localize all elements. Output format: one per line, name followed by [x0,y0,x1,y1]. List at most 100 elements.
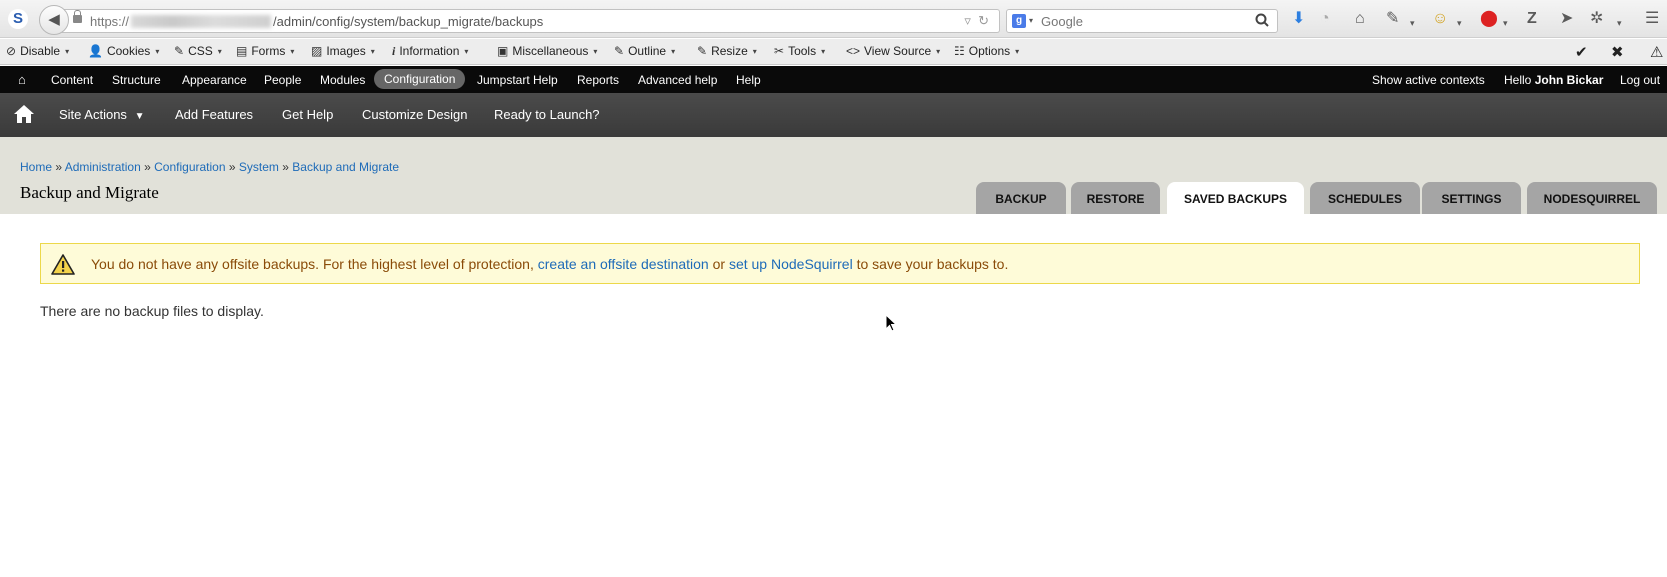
home-icon[interactable]: ⌂ [1355,10,1365,28]
search-bar[interactable]: g ▾ Google [1006,9,1278,33]
search-icon[interactable] [1255,12,1269,30]
home-icon[interactable] [13,104,35,124]
breadcrumb-configuration[interactable]: Configuration [154,160,225,174]
breadcrumb-system[interactable]: System [239,160,279,174]
url-text[interactable]: https:///admin/config/system/backup_migr… [90,14,543,29]
lock-icon [73,10,82,23]
browser-toolbar: S https:///admin/config/system/backup_mi… [0,0,1667,38]
warning-text: You do not have any offsite backups. For… [91,256,1009,272]
tab-restore[interactable]: RESTORE [1071,182,1160,214]
checkmark-icon[interactable]: ✔ [1575,43,1588,61]
zotero-icon[interactable]: Z [1527,10,1537,28]
images-icon: ▨ [311,44,323,58]
redacted-host [131,15,272,28]
rss-icon[interactable]: ◔ [1320,10,1330,28]
toolbar-structure[interactable]: Structure [112,73,161,87]
toolbar-content[interactable]: Content [51,73,93,87]
google-icon[interactable]: g [1012,14,1026,28]
url-bar[interactable]: https:///admin/config/system/backup_migr… [62,9,1000,33]
devbar-item-images[interactable]: ▨ Images ▾ [311,44,375,58]
breadcrumb-backup-and-migrate[interactable]: Backup and Migrate [292,160,399,174]
admin-toolbar: ⌂ Content Structure Appearance People Mo… [0,66,1667,93]
tab-nodesquirrel[interactable]: NODESQUIRREL [1527,182,1657,214]
shortcut-bar: Site Actions ▼ Add Features Get Help Cus… [0,93,1667,137]
web-developer-toolbar: ⊘ Disable ▾ 👤 Cookies ▾ ✎ CSS ▾ ▤ Forms ▾ ▨ Image… [0,39,1667,65]
devbar-item-tools[interactable]: ✂ Tools ▾ [774,44,825,58]
chevron-down-icon[interactable]: ▾ [1503,14,1508,32]
page-title: Backup and Migrate [20,183,159,202]
site-identity-icon[interactable]: S [8,9,28,29]
disable-icon: ⊘ [6,44,17,58]
extension-icon[interactable]: ✲ [1590,10,1603,28]
create-offsite-destination-link[interactable]: create an offsite destination [538,256,709,272]
download-icon[interactable]: ⬇ [1292,10,1305,28]
css-icon: ✎ [174,44,185,58]
user-name-link[interactable]: John Bickar [1535,73,1604,87]
logout-link[interactable]: Log out [1620,73,1660,87]
devbar-item-options[interactable]: ☷ Options ▾ [954,44,1019,58]
shortcut-ready-to-launch[interactable]: Ready to Launch? [494,107,600,122]
toolbar-reports[interactable]: Reports [577,73,619,87]
tools-icon: ✂ [774,44,785,58]
url-actions: ▿ ↻ [964,13,989,29]
menu-icon[interactable]: ☰ [1645,10,1659,28]
chevron-down-icon[interactable]: ▾ [1617,14,1622,32]
dropmarker-icon[interactable]: ▿ [964,13,971,28]
resize-icon: ✎ [697,44,708,58]
toolbar-appearance[interactable]: Appearance [182,73,247,87]
shortcut-add-features[interactable]: Add Features [175,107,253,122]
toolbar-jumpstart-help[interactable]: Jumpstart Help [477,73,558,87]
forms-icon: ▤ [236,44,248,58]
devbar-item-cookies[interactable]: 👤 Cookies ▾ [88,44,159,58]
set-up-nodesquirrel-link[interactable]: set up NodeSquirrel [729,256,853,272]
devbar-item-outline[interactable]: ✎ Outline ▾ [614,44,675,58]
chevron-down-icon[interactable]: ▾ [1457,14,1462,32]
engine-dropdown-icon[interactable]: ▾ [1029,16,1033,25]
breadcrumb-administration[interactable]: Administration [65,160,141,174]
home-icon[interactable]: ⌂ [18,72,26,87]
warning-icon [51,254,75,275]
view-source-icon: <> [846,44,861,58]
tab-settings[interactable]: SETTINGS [1422,182,1521,214]
reload-icon[interactable]: ↻ [978,13,989,28]
toolbar-people[interactable]: People [264,73,301,87]
caret-down-icon: ▼ [134,111,145,122]
breadcrumb: Home » Administration » Configuration » … [20,160,400,174]
devbar-item-disable[interactable]: ⊘ Disable ▾ [6,44,69,58]
site-actions-menu[interactable]: Site Actions ▼ [59,107,144,122]
adblock-icon[interactable]: ⬤ [1480,10,1498,28]
shortcut-get-help[interactable]: Get Help [282,107,333,122]
mouse-cursor-icon [885,314,897,332]
toolbar-advanced-help[interactable]: Advanced help [638,73,717,87]
eyedropper-icon[interactable]: ✎ [1386,10,1399,28]
back-button[interactable]: ◀ [39,5,69,35]
toolbar-configuration[interactable]: Configuration [374,69,466,89]
greasemonkey-icon[interactable]: ☺ [1432,10,1448,28]
miscellaneous-icon: ▣ [497,44,509,58]
send-icon[interactable]: ➤ [1560,10,1573,28]
tab-backup[interactable]: BACKUP [976,182,1066,214]
warning-small-icon[interactable]: ⚠ [1650,43,1663,61]
tab-saved-backups[interactable]: SAVED BACKUPS [1167,182,1304,214]
chevron-down-icon[interactable]: ▾ [1410,14,1415,32]
devbar-item-miscellaneous[interactable]: ▣ Miscellaneous ▾ [497,44,597,58]
devbar-item-view-source[interactable]: <> View Source ▾ [846,44,940,58]
user-greeting: Hello John Bickar [1504,73,1604,87]
options-icon: ☷ [954,44,965,58]
empty-message: There are no backup files to display. [40,303,264,319]
search-input[interactable]: Google [1041,14,1083,29]
devbar-item-forms[interactable]: ▤ Forms ▾ [236,44,294,58]
close-icon[interactable]: ✖ [1611,43,1624,61]
tab-schedules[interactable]: SCHEDULES [1310,182,1420,214]
cookies-icon: 👤 [88,44,103,58]
information-icon: i [392,44,396,58]
devbar-item-css[interactable]: ✎ CSS ▾ [174,44,222,58]
toolbar-help[interactable]: Help [736,73,761,87]
toolbar-modules[interactable]: Modules [320,73,365,87]
shortcut-customize-design[interactable]: Customize Design [362,107,468,122]
outline-icon: ✎ [614,44,625,58]
devbar-item-resize[interactable]: ✎ Resize ▾ [697,44,757,58]
show-active-contexts-link[interactable]: Show active contexts [1372,73,1485,87]
breadcrumb-home[interactable]: Home [20,160,52,174]
devbar-item-information[interactable]: i Information ▾ [392,44,468,59]
